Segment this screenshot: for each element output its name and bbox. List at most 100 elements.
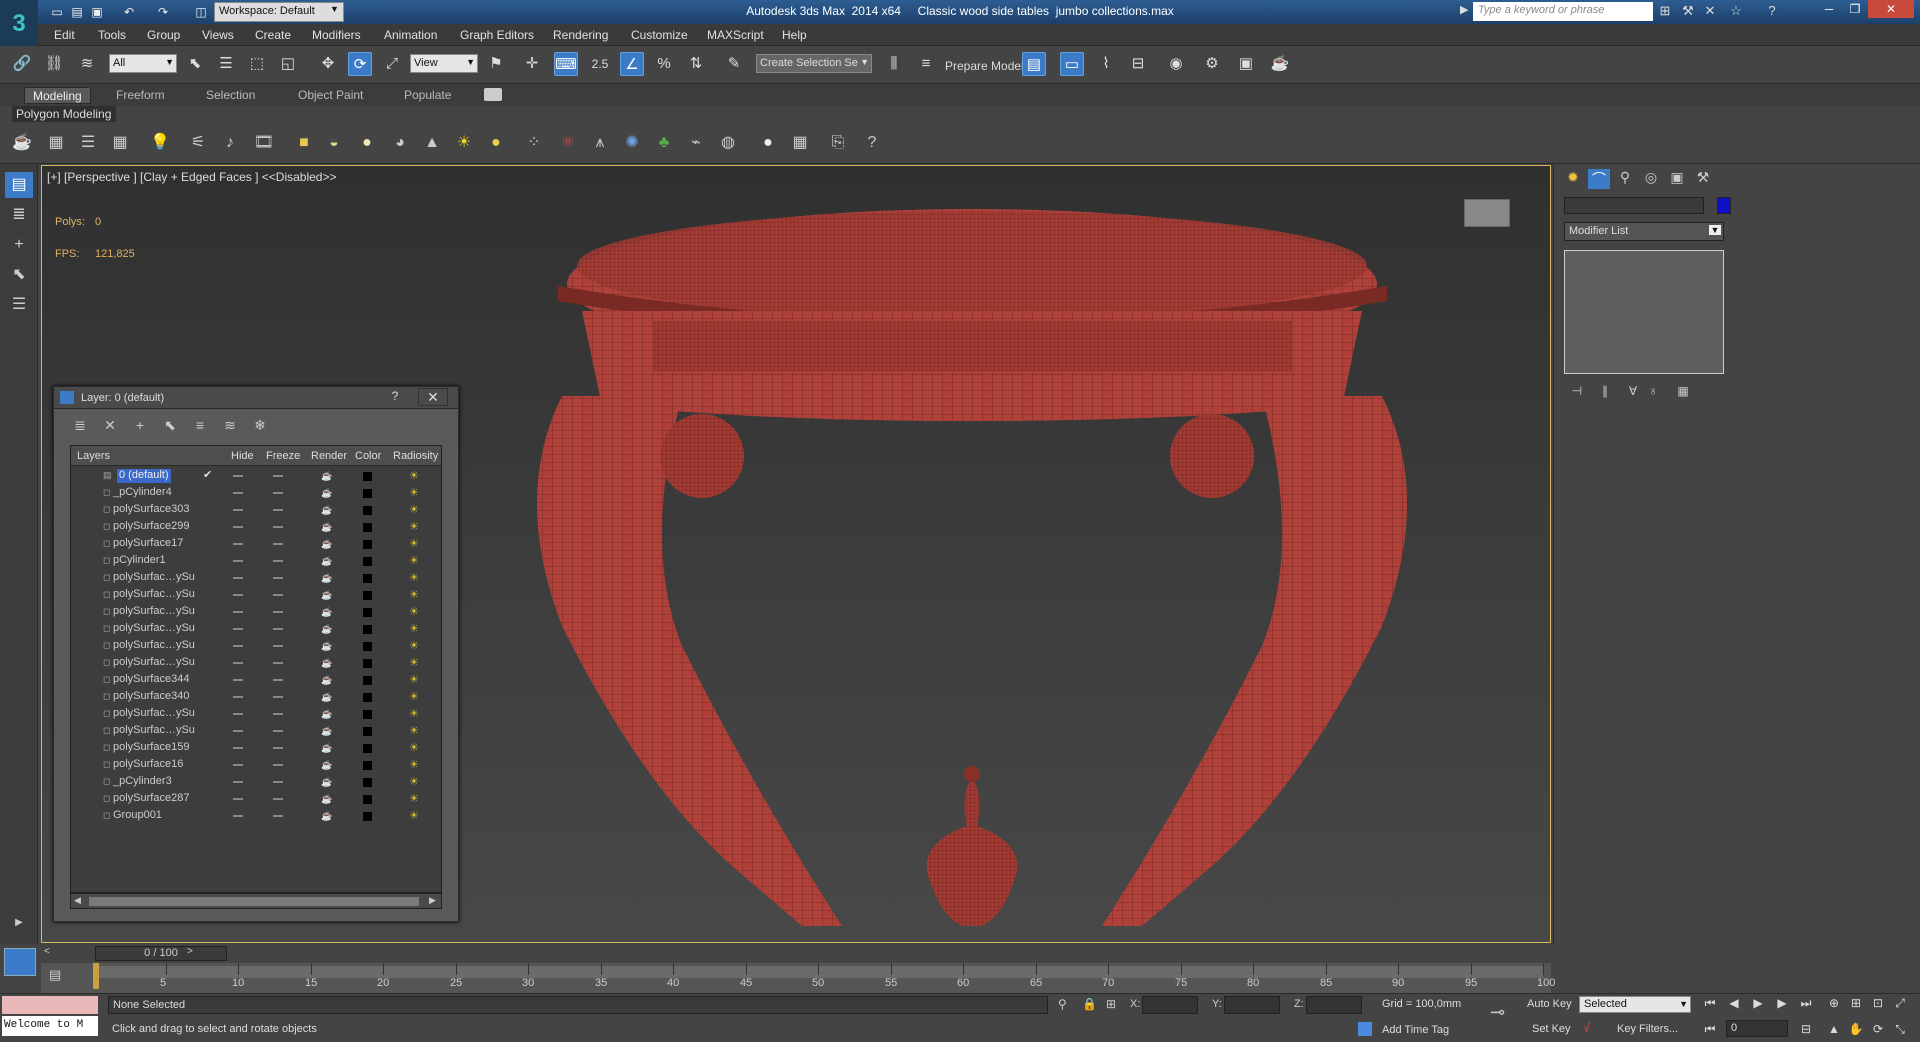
render-teapot-icon[interactable]: ☕ (321, 556, 332, 567)
radiosity-icon[interactable]: ☀ (409, 554, 419, 567)
render-teapot-icon[interactable]: ☕ (321, 505, 332, 516)
close-window-button[interactable]: ✕ (1868, 0, 1914, 18)
utilities-tab-icon[interactable]: ⚒ (1692, 169, 1714, 189)
radiosity-icon[interactable]: ☀ (409, 520, 419, 533)
render-teapot-icon[interactable]: ☕ (321, 590, 332, 601)
layer-row[interactable]: ◻ polySurfac…ySu ☕ ☀ (71, 604, 441, 621)
layer-row[interactable]: ◻ polySurfac…ySu ☕ ☀ (71, 638, 441, 655)
redo-icon[interactable]: ↷ (154, 3, 172, 21)
open-file-icon[interactable]: ▤ (68, 3, 86, 21)
layer-row[interactable]: ◻ polySurfac…ySu ☕ ☀ (71, 587, 441, 604)
maxscript-listener-top[interactable] (2, 996, 98, 1014)
menu-animation[interactable]: Animation (384, 28, 437, 42)
scale-icon[interactable]: ⤢ (380, 52, 404, 76)
go-to-end-icon[interactable]: ⏭ (1796, 996, 1816, 1014)
layer-color-swatch[interactable] (363, 642, 372, 651)
modify-tab-icon[interactable]: ⌒ (1588, 169, 1610, 189)
radiosity-icon[interactable]: ☀ (409, 741, 419, 754)
snaps-toggle-icon[interactable]: 2.5 (588, 52, 612, 76)
radiosity-icon[interactable]: ☀ (409, 469, 419, 482)
auto-key-button[interactable]: Auto Key (1527, 998, 1572, 1010)
radiosity-icon[interactable]: ☀ (409, 809, 419, 822)
col-color[interactable]: Color (355, 450, 381, 462)
time-tag-icon[interactable] (1358, 1022, 1372, 1036)
add-to-layer-icon[interactable]: + (128, 417, 152, 437)
menu-modifiers[interactable]: Modifiers (312, 28, 361, 42)
freeze-toggle[interactable] (273, 662, 283, 664)
highlight-selected-icon[interactable]: ≡ (188, 417, 212, 437)
tripod-icon[interactable]: ⩚ (588, 132, 612, 154)
layer-color-swatch[interactable] (363, 795, 372, 804)
viewcube[interactable] (1464, 199, 1510, 227)
tab-modeling[interactable]: Modeling (24, 87, 91, 104)
subscription-icon[interactable]: ⚒ (1678, 3, 1698, 21)
configure-modifier-sets-icon[interactable]: ▦ (1672, 384, 1694, 404)
render-teapot-icon[interactable]: ☕ (321, 624, 332, 635)
hide-toggle[interactable] (233, 526, 243, 528)
col-layers[interactable]: Layers (77, 450, 110, 462)
radiosity-icon[interactable]: ☀ (409, 775, 419, 788)
layer-color-swatch[interactable] (363, 625, 372, 634)
hide-toggle[interactable] (233, 577, 243, 579)
render-teapot-icon[interactable]: ☕ (321, 641, 332, 652)
binoculars-icon[interactable]: ⊞ (1655, 3, 1675, 21)
pan-icon[interactable]: ✋ (1846, 1022, 1866, 1040)
material-sphere-icon[interactable]: ● (756, 132, 780, 154)
freeze-toggle[interactable] (273, 730, 283, 732)
key-mode-toggle-icon[interactable]: ⏮ (1700, 1022, 1720, 1040)
layers-icon[interactable]: ≣ (5, 202, 33, 228)
select-manipulate-icon[interactable]: ✛ (520, 52, 544, 76)
hide-toggle[interactable] (233, 747, 243, 749)
freeze-toggle[interactable] (273, 713, 283, 715)
layer-row[interactable]: ◻ polySurfac…ySu ☕ ☀ (71, 621, 441, 638)
basket-icon[interactable]: ◕ (388, 132, 412, 154)
plant-icon[interactable]: ♣ (652, 132, 676, 154)
radiosity-icon[interactable]: ☀ (409, 673, 419, 686)
named-selection-dropdown[interactable]: Create Selection Se ▼ (756, 54, 872, 73)
rendered-frame-window-icon[interactable]: ▣ (1234, 52, 1258, 76)
menu-tools[interactable]: Tools (98, 28, 126, 42)
hierarchy-icon[interactable]: ☰ (5, 292, 33, 318)
cone-icon[interactable]: ▲ (420, 132, 444, 154)
rectangular-selection-icon[interactable]: ⬚ (245, 52, 269, 76)
expand-arrow-icon[interactable]: ▶ (5, 910, 33, 936)
sphere-icon[interactable]: ● (355, 132, 379, 154)
zoom-icon[interactable]: ⊕ (1824, 996, 1844, 1014)
radiosity-icon[interactable]: ☀ (409, 503, 419, 516)
layer-color-swatch[interactable] (363, 540, 372, 549)
layer-row[interactable]: ◻ polySurface344 ☕ ☀ (71, 672, 441, 689)
render-teapot-icon[interactable]: ☕ (321, 811, 332, 822)
layer-row[interactable]: ◻ polySurfac…ySu ☕ ☀ (71, 706, 441, 723)
radiosity-icon[interactable]: ☀ (409, 707, 419, 720)
layer-row[interactable]: ◻ pCylinder1 ☕ ☀ (71, 553, 441, 570)
time-playhead[interactable] (93, 963, 99, 989)
help-icon[interactable]: ? (384, 389, 406, 405)
tab-object-paint[interactable]: Object Paint (290, 87, 371, 104)
freeze-all-layers-icon[interactable]: ❄ (248, 417, 272, 437)
toggle-ribbon-icon[interactable]: ▭ (1060, 52, 1084, 76)
scroll-thumb[interactable] (89, 897, 419, 906)
key-icon[interactable]: ⊸ (1490, 1002, 1505, 1023)
display-tab-icon[interactable]: ▣ (1666, 169, 1688, 189)
freeze-toggle[interactable] (273, 679, 283, 681)
link-icon[interactable]: 🔗 (10, 52, 34, 76)
hide-toggle[interactable] (233, 611, 243, 613)
previous-key-icon[interactable]: ◀ (1724, 996, 1744, 1014)
menu-group[interactable]: Group (147, 28, 180, 42)
save-file-icon[interactable]: ▣ (88, 3, 106, 21)
hide-toggle[interactable] (233, 679, 243, 681)
minimize-button[interactable]: ─ (1816, 0, 1842, 18)
current-layer-check-icon[interactable]: ✔ (203, 468, 212, 481)
favorites-star-icon[interactable]: ☆ (1726, 3, 1746, 21)
layer-color-swatch[interactable] (363, 761, 372, 770)
layer-color-swatch[interactable] (363, 523, 372, 532)
hide-toggle[interactable] (233, 662, 243, 664)
layer-row[interactable]: ◻ polySurface16 ☕ ☀ (71, 757, 441, 774)
reference-coordinate-dropdown[interactable]: View ▼ (410, 54, 478, 73)
object-name-field[interactable] (1564, 197, 1704, 214)
object-color-swatch[interactable] (1717, 197, 1731, 214)
maximize-viewport-icon[interactable]: ⤢ (1890, 996, 1910, 1014)
percent-snap-icon[interactable]: % (652, 52, 676, 76)
layer-row[interactable]: ◻ polySurfac…ySu ☕ ☀ (71, 723, 441, 740)
radiosity-icon[interactable]: ☀ (409, 571, 419, 584)
